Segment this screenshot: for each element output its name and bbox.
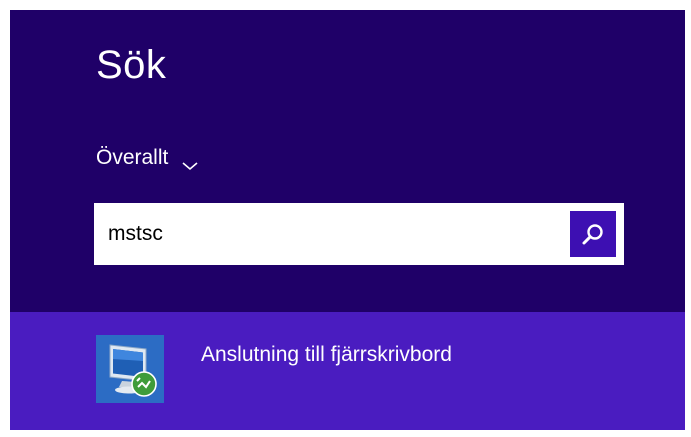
search-icon — [581, 222, 605, 246]
scope-label: Överallt — [96, 146, 169, 169]
remote-desktop-icon — [96, 335, 164, 403]
search-box — [94, 203, 624, 265]
search-result-item[interactable]: Anslutning till fjärrskrivbord — [10, 312, 685, 430]
page-title: Sök — [96, 43, 167, 87]
search-result-label: Anslutning till fjärrskrivbord — [201, 343, 452, 366]
search-button[interactable] — [570, 211, 616, 257]
chevron-down-icon — [182, 154, 198, 170]
search-pane: Sök Överallt mstsc Anslutning till fjärr… — [10, 10, 685, 430]
search-input[interactable] — [94, 203, 564, 265]
scope-dropdown[interactable]: Överallt — [96, 146, 198, 170]
